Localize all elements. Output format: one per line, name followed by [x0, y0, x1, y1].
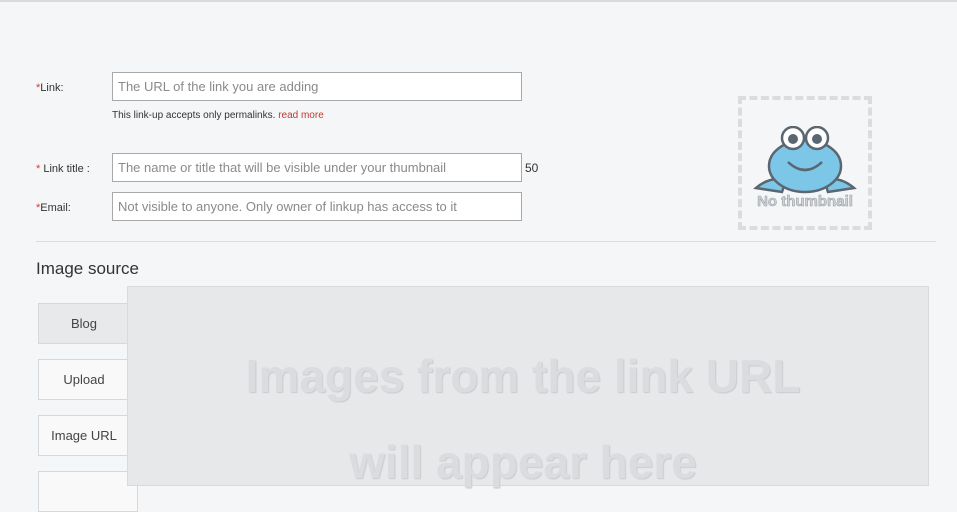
section-divider: [36, 241, 936, 242]
read-more-link[interactable]: read more: [278, 110, 324, 121]
tab-more[interactable]: [38, 471, 138, 512]
link-url-input[interactable]: [112, 72, 522, 101]
title-char-counter: 50: [525, 161, 539, 175]
image-preview-area: Images from the link URL will appear her…: [127, 286, 929, 488]
link-title-label: * Link title :: [36, 163, 90, 175]
no-thumbnail-text: No thumbnail: [757, 193, 853, 211]
link-label: *Link:: [36, 82, 64, 94]
email-input[interactable]: [112, 192, 522, 221]
tab-blog[interactable]: Blog: [38, 303, 138, 344]
tab-upload[interactable]: Upload: [38, 359, 138, 400]
preview-placeholder-text: Images from the link URL will appear her…: [245, 350, 801, 488]
link-title-input[interactable]: [112, 153, 522, 182]
link-hint: This link-up accepts only permalinks. re…: [112, 110, 324, 121]
thumbnail-placeholder: No thumbnail: [738, 96, 872, 230]
email-label: *Email:: [36, 202, 71, 214]
tab-image-url[interactable]: Image URL: [38, 415, 138, 456]
top-border: [0, 0, 957, 2]
frog-icon: [753, 126, 857, 194]
image-source-title: Image source: [36, 259, 139, 278]
